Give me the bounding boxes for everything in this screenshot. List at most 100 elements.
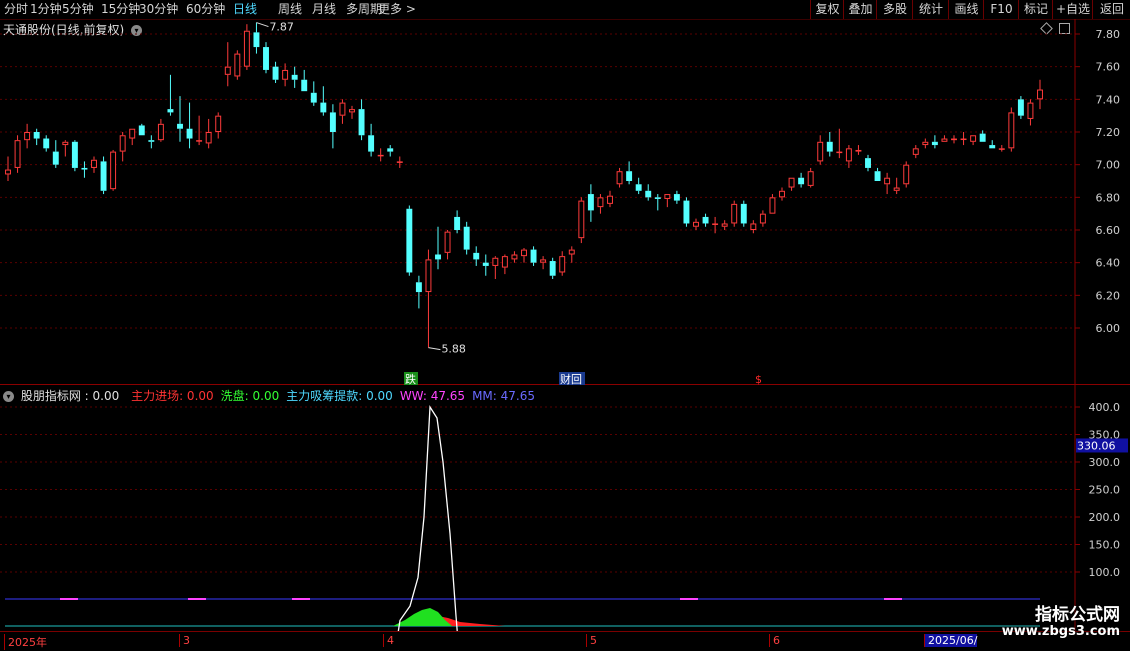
candle: [243, 24, 250, 70]
candle: [693, 218, 699, 230]
watermark-title: 指标公式网: [1035, 605, 1120, 625]
candle: [100, 156, 107, 195]
period-tab-4[interactable]: 30分钟: [139, 2, 178, 17]
candle: [683, 197, 690, 227]
candle: [855, 145, 862, 155]
candle: [81, 161, 88, 178]
candle: [377, 148, 384, 162]
period-tab-1[interactable]: 1分钟: [30, 2, 62, 17]
candle: [205, 118, 212, 149]
period-tab-6[interactable]: 日线: [233, 2, 257, 17]
candle: [396, 156, 403, 168]
candle: [492, 256, 499, 279]
candle: [578, 197, 585, 244]
period-tab-5[interactable]: 60分钟: [186, 2, 225, 17]
candle: [759, 210, 766, 227]
period-tab-0[interactable]: 分时: [4, 2, 28, 17]
toolbar-button-0[interactable]: 复权: [810, 0, 844, 19]
candle: [329, 104, 336, 149]
price-tick-label: 7.60: [1096, 61, 1121, 74]
candle: [473, 246, 480, 266]
candle: [5, 156, 11, 181]
price-tick-label: 6.00: [1096, 322, 1121, 335]
toolbar-button-2[interactable]: 多股: [876, 0, 913, 19]
period-tab-9[interactable]: 多周期: [346, 2, 382, 17]
svg-text:$: $: [755, 373, 762, 385]
indicator-chart[interactable]: 400.0350.0300.0250.0200.0150.0100.0330.0…: [0, 385, 1130, 631]
candle: [941, 135, 948, 142]
candle: [253, 22, 260, 54]
candle: [740, 200, 747, 227]
signal-marker: $: [755, 373, 762, 385]
price-tick-label: 6.60: [1096, 224, 1121, 237]
candle: [24, 123, 31, 149]
candle: [664, 194, 671, 208]
time-axis-label: 4: [383, 634, 394, 647]
candle: [559, 251, 566, 276]
svg-text:7.87: 7.87: [269, 21, 294, 34]
candle: [1017, 96, 1024, 119]
svg-text:跌: 跌: [405, 372, 416, 385]
candle: [482, 254, 489, 276]
candle: [43, 135, 50, 152]
candle: [186, 102, 193, 149]
candle: [673, 190, 680, 204]
toolbar-button-8[interactable]: 返回: [1092, 0, 1130, 19]
candle: [549, 257, 556, 279]
toolbar-button-1[interactable]: 叠加: [843, 0, 877, 19]
candle: [874, 167, 881, 181]
period-tab-8[interactable]: 月线: [312, 2, 336, 17]
price-tick-label: 7.40: [1096, 93, 1121, 106]
signal-marker: 财回: [559, 372, 585, 385]
candle: [1027, 99, 1034, 126]
candlestick-chart[interactable]: 7.80 7.60 7.40 7.20 7.00 6.80 6.60 6.40 6.20 6.00…: [0, 19, 1130, 385]
toolbar-button-3[interactable]: 统计: [912, 0, 949, 19]
candle: [798, 172, 805, 188]
candle: [836, 128, 843, 159]
candle: [807, 167, 814, 188]
toolbar-button-6[interactable]: 标记: [1018, 0, 1053, 19]
period-tab-10[interactable]: 更多 >: [378, 2, 416, 17]
candle: [912, 145, 919, 159]
candle: [234, 50, 241, 80]
svg-text:330.06: 330.06: [1077, 439, 1116, 452]
candle: [931, 135, 938, 149]
candle: [865, 154, 871, 172]
candle: [501, 254, 508, 275]
candle: [779, 187, 785, 201]
period-tab-7[interactable]: 周线: [278, 2, 302, 17]
watermark-logo: 指标公式网 www.zbgs3.com: [980, 600, 1120, 644]
candle: [903, 161, 910, 188]
candle: [1008, 107, 1015, 152]
candle: [721, 220, 728, 230]
candle: [893, 177, 900, 195]
toolbar-button-4[interactable]: 画线: [948, 0, 984, 19]
candle: [702, 213, 709, 227]
candle: [884, 172, 891, 195]
toolbar-button-5[interactable]: F10: [983, 0, 1019, 19]
period-tab-2[interactable]: 5分钟: [62, 2, 94, 17]
candle: [425, 249, 432, 348]
toolbar-button-7[interactable]: +自选: [1052, 0, 1093, 19]
candle: [817, 135, 824, 165]
price-tick-label: 6.40: [1096, 257, 1121, 270]
candle: [998, 145, 1005, 152]
high-price-annotation: 7.87: [256, 21, 294, 34]
candle: [970, 135, 977, 146]
candle: [415, 275, 422, 309]
candle: [310, 81, 317, 106]
candle: [960, 132, 967, 146]
candle: [14, 135, 21, 173]
candle: [33, 128, 40, 146]
candle: [358, 99, 365, 141]
indicator-tick-label: 150.0: [1089, 539, 1121, 552]
current-value-box: 330.06: [1076, 438, 1128, 452]
watermark-url: www.zbgs3.com: [1001, 624, 1120, 639]
candle: [463, 221, 470, 255]
price-tick-label: 7.00: [1096, 159, 1121, 172]
period-tab-3[interactable]: 15分钟: [101, 2, 140, 17]
candle: [587, 184, 594, 222]
price-tick-label: 7.20: [1096, 126, 1121, 139]
candle: [521, 247, 527, 263]
candle: [750, 220, 757, 234]
